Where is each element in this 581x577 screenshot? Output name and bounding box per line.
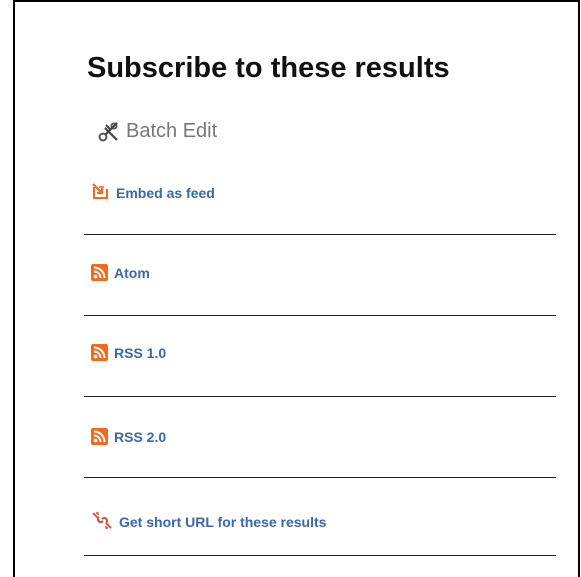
panel-title: Subscribe to these results	[87, 52, 450, 84]
get-short-url-link[interactable]: Get short URL for these results	[91, 511, 326, 532]
rss-icon	[91, 264, 108, 281]
batch-edit-label: Batch Edit	[126, 120, 218, 142]
batch-edit-button[interactable]: Batch Edit	[98, 120, 217, 143]
embed-as-feed-label: Embed as feed	[116, 185, 215, 201]
embed-feed-icon	[91, 182, 110, 204]
divider	[84, 477, 556, 478]
divider	[84, 396, 556, 397]
divider	[84, 555, 556, 556]
short-url-icon	[91, 511, 113, 532]
divider	[84, 234, 556, 235]
rss-2-0-feed-link[interactable]: RSS 2.0	[91, 428, 166, 445]
atom-label: Atom	[114, 264, 150, 281]
scissors-icon	[98, 121, 120, 143]
atom-feed-link[interactable]: Atom	[91, 264, 150, 281]
rss-2-0-label: RSS 2.0	[114, 428, 167, 445]
subscribe-panel-frame: Subscribe to these results Batch Edit Em…	[13, 0, 580, 577]
divider	[84, 315, 556, 316]
embed-as-feed-link[interactable]: Embed as feed	[91, 182, 215, 204]
rss-icon	[91, 344, 108, 361]
rss-icon	[91, 428, 108, 445]
rss-1-0-feed-link[interactable]: RSS 1.0	[91, 344, 166, 361]
rss-1-0-label: RSS 1.0	[114, 344, 167, 361]
get-short-url-label: Get short URL for these results	[119, 513, 327, 530]
